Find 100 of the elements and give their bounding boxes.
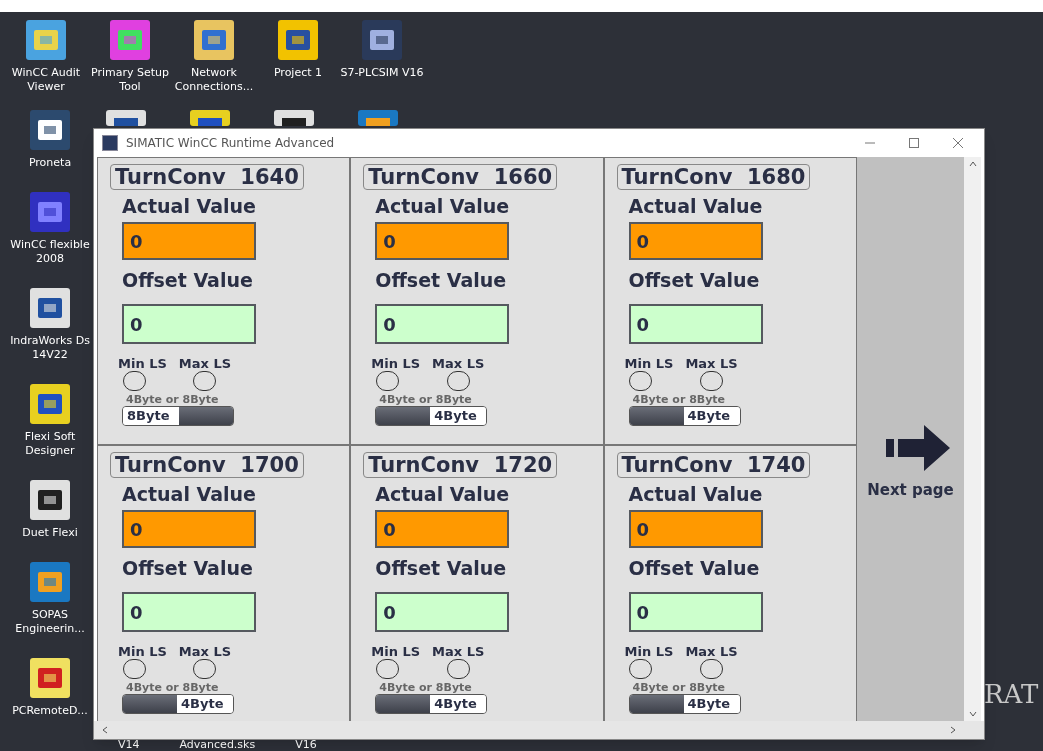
app-logo-icon bbox=[102, 135, 118, 151]
maximize-icon[interactable] bbox=[908, 137, 920, 149]
actual-value-label: Actual Value bbox=[375, 482, 511, 506]
app-icon bbox=[24, 18, 68, 62]
offset-value-label: Offset Value bbox=[375, 268, 508, 292]
offset-value-label: Offset Value bbox=[375, 556, 508, 580]
panel-title: TurnConv 1640 bbox=[110, 164, 304, 190]
app-icon bbox=[188, 108, 232, 126]
app-icon bbox=[356, 108, 400, 126]
panel-title: TurnConv 1700 bbox=[110, 452, 304, 478]
offset-value-field[interactable]: 0 bbox=[375, 592, 510, 632]
byte-size-label: 4Byte or 8Byte bbox=[632, 681, 727, 694]
max-limit-label: Max LS bbox=[685, 644, 738, 659]
vertical-scrollbar[interactable] bbox=[964, 157, 981, 721]
horizontal-scrollbar[interactable] bbox=[94, 721, 984, 739]
toggle-knob bbox=[179, 407, 233, 425]
min-limit-label: Min LS bbox=[371, 644, 421, 659]
desktop-icon-label[interactable]: Proneta bbox=[28, 156, 72, 170]
min-limit-label: Min LS bbox=[118, 356, 167, 371]
app-icon bbox=[28, 190, 72, 234]
actual-value-field: 0 bbox=[375, 510, 510, 548]
offset-value-field[interactable]: 0 bbox=[375, 304, 510, 344]
min-limit-label: Min LS bbox=[118, 644, 167, 659]
app-icon bbox=[28, 478, 72, 522]
app-icon bbox=[104, 108, 148, 126]
byte-toggle[interactable]: 4Byte bbox=[628, 406, 741, 426]
max-limit-label: Max LS bbox=[432, 644, 485, 659]
byte-size-label: 4Byte or 8Byte bbox=[379, 393, 473, 406]
app-icon bbox=[28, 382, 72, 426]
byte-toggle[interactable]: 4Byte bbox=[375, 406, 488, 426]
desktop-icon-label[interactable]: Network Connections... bbox=[172, 66, 256, 94]
close-icon[interactable] bbox=[952, 137, 964, 149]
app-icon bbox=[276, 18, 320, 62]
scroll-up-icon[interactable] bbox=[968, 161, 977, 167]
actual-value-field: 0 bbox=[628, 510, 763, 548]
min-limit-label: Min LS bbox=[624, 356, 674, 371]
actual-value-field: 0 bbox=[628, 222, 763, 260]
offset-value-label: Offset Value bbox=[122, 556, 254, 580]
byte-toggle[interactable]: 4Byte bbox=[122, 694, 234, 714]
max-limit-label: Max LS bbox=[178, 644, 232, 659]
app-icon bbox=[28, 656, 72, 700]
desktop-icon-label[interactable]: Duet Flexi bbox=[22, 526, 78, 540]
offset-value-label: Offset Value bbox=[122, 268, 254, 292]
desktop-icon-label[interactable]: SOPAS Engineerin... bbox=[8, 608, 92, 636]
toggle-knob bbox=[629, 407, 684, 425]
scroll-right-icon[interactable] bbox=[950, 726, 956, 734]
desktop-icon-label[interactable]: Primary Setup Tool bbox=[88, 66, 172, 94]
scroll-down-icon[interactable] bbox=[968, 711, 977, 717]
offset-value-field[interactable]: 0 bbox=[122, 304, 256, 344]
offset-value-field[interactable]: 0 bbox=[628, 304, 763, 344]
desktop-icon-label[interactable]: WinCC Audit Viewer bbox=[4, 66, 88, 94]
desktop-icon-label[interactable]: V14 bbox=[118, 739, 140, 751]
max-limit-label: Max LS bbox=[432, 356, 485, 371]
byte-size-label: 4Byte or 8Byte bbox=[632, 393, 727, 406]
actual-value-label: Actual Value bbox=[122, 194, 257, 218]
desktop-icon-label[interactable]: Advanced.sks bbox=[179, 739, 256, 751]
next-page-label[interactable]: Next page bbox=[867, 479, 954, 502]
offset-value-field[interactable]: 0 bbox=[122, 592, 256, 632]
actual-value-label: Actual Value bbox=[628, 482, 764, 506]
byte-size-label: 4Byte or 8Byte bbox=[126, 393, 220, 406]
max-limit-label: Max LS bbox=[685, 356, 738, 371]
app-icon bbox=[28, 286, 72, 330]
offset-value-label: Offset Value bbox=[628, 556, 761, 580]
panel-title: TurnConv 1740 bbox=[616, 452, 811, 478]
max-limit-label: Max LS bbox=[178, 356, 232, 371]
panel-title: TurnConv 1680 bbox=[616, 164, 811, 190]
panel-title: TurnConv 1660 bbox=[363, 164, 558, 190]
actual-value-label: Actual Value bbox=[628, 194, 764, 218]
toggle-knob bbox=[376, 407, 431, 425]
actual-value-label: Actual Value bbox=[122, 482, 257, 506]
toggle-knob bbox=[376, 695, 431, 713]
byte-toggle[interactable]: 4Byte bbox=[628, 694, 741, 714]
offset-value-field[interactable]: 0 bbox=[628, 592, 763, 632]
desktop-icon-label[interactable]: Flexi Soft Designer bbox=[8, 430, 92, 458]
desktop-icon-label[interactable]: V16 bbox=[295, 739, 317, 751]
min-limit-label: Min LS bbox=[371, 356, 421, 371]
actual-value-field: 0 bbox=[375, 222, 510, 260]
actual-value-field: 0 bbox=[122, 222, 256, 260]
app-icon bbox=[360, 18, 404, 62]
byte-toggle[interactable]: 4Byte bbox=[375, 694, 488, 714]
min-limit-label: Min LS bbox=[624, 644, 674, 659]
app-icon bbox=[108, 18, 152, 62]
app-icon bbox=[28, 560, 72, 604]
actual-value-label: Actual Value bbox=[375, 194, 511, 218]
byte-size-label: 4Byte or 8Byte bbox=[379, 681, 473, 694]
panel-title: TurnConv 1720 bbox=[363, 452, 558, 478]
scroll-left-icon[interactable] bbox=[102, 726, 108, 734]
desktop-icon-label[interactable]: IndraWorks Ds 14V22 bbox=[8, 334, 92, 362]
byte-toggle[interactable]: 8Byte bbox=[122, 406, 234, 426]
app-icon bbox=[192, 18, 236, 62]
actual-value-field: 0 bbox=[122, 510, 256, 548]
wallpaper-text: RAT bbox=[984, 678, 1039, 711]
desktop-icon-label[interactable]: WinCC flexible 2008 bbox=[8, 238, 92, 266]
right-arrow-icon[interactable] bbox=[886, 425, 951, 471]
desktop-icon-label[interactable]: PCRemoteD... bbox=[12, 704, 88, 718]
desktop-icon-label[interactable]: Project 1 bbox=[273, 66, 323, 80]
toggle-knob bbox=[629, 695, 684, 713]
desktop-icon-label[interactable]: S7-PLCSIM V16 bbox=[340, 66, 424, 80]
window-title: SIMATIC WinCC Runtime Advanced bbox=[126, 135, 335, 152]
toggle-knob bbox=[123, 695, 177, 713]
